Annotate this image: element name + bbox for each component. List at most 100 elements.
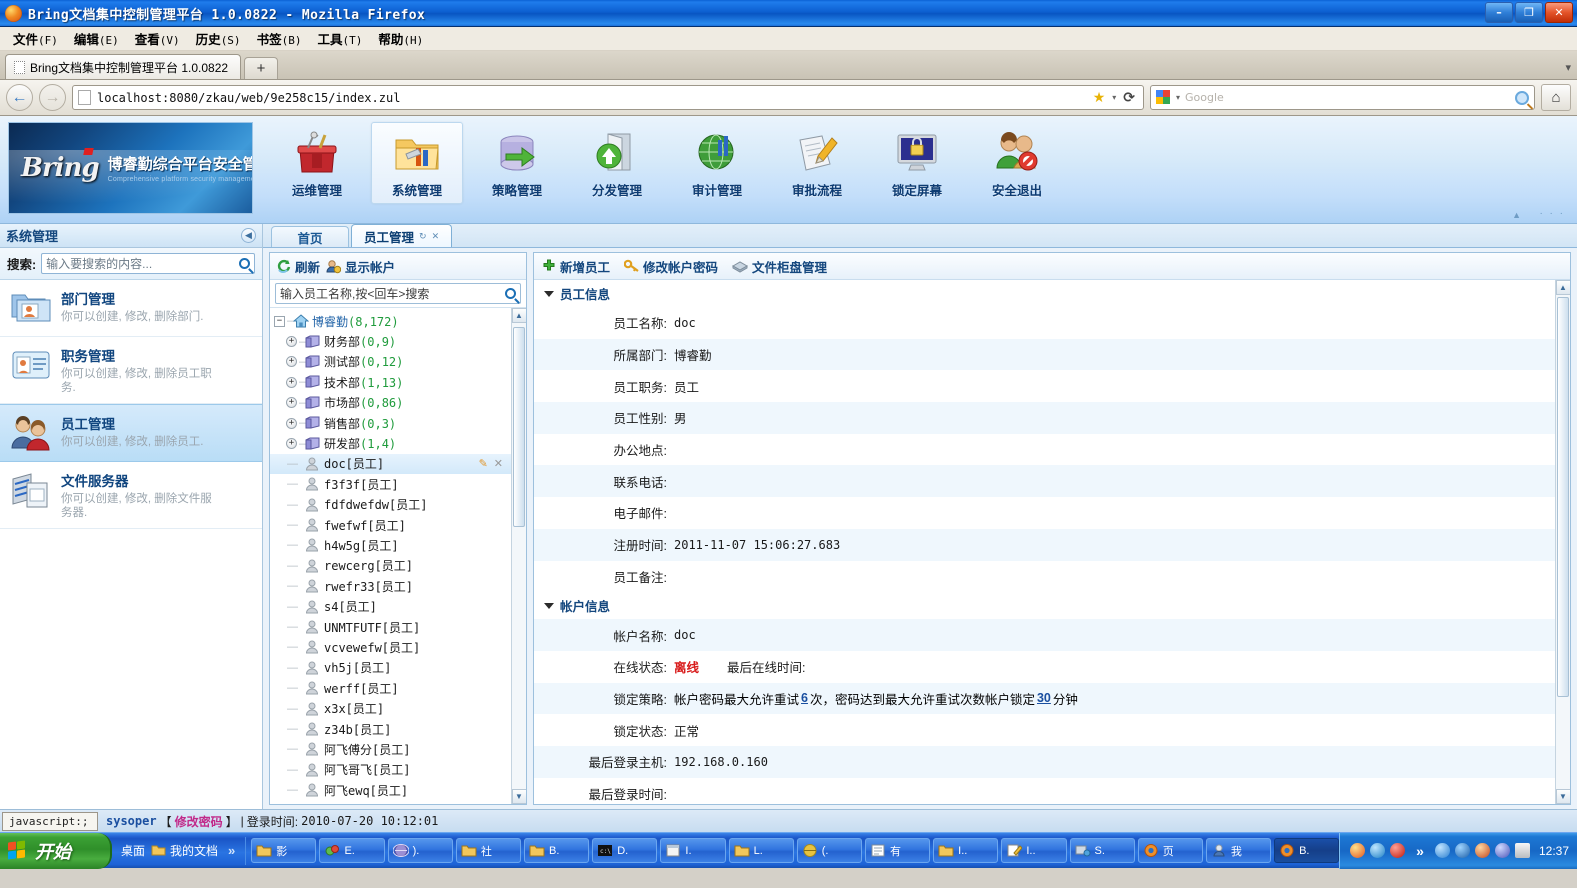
taskbar-button[interactable]: I. <box>660 838 726 863</box>
tree-node-department[interactable]: + — 研发部(1,4) <box>270 433 511 453</box>
tree-node-department[interactable]: + — 技术部(1,13) <box>270 372 511 392</box>
header-dots-icon[interactable]: · · · <box>1539 208 1565 219</box>
tree-node-employee[interactable]: — doc[员工] ✎ ✕ <box>270 453 511 475</box>
taskbar-button[interactable]: 社 <box>455 838 522 863</box>
chevron-down-icon[interactable]: ▾ <box>1176 93 1180 102</box>
menu-tools[interactable]: 工具(T) <box>310 26 369 51</box>
quick-launch-mydocs[interactable]: 我的文档 <box>151 842 218 859</box>
search-icon[interactable] <box>239 258 250 269</box>
taskbar-button[interactable]: B. <box>1274 838 1340 863</box>
tree-node-employee[interactable]: — vh5j[员工] <box>270 658 511 678</box>
tree-node-employee[interactable]: — werff[员工] <box>270 678 511 698</box>
sidebar-collapse-button[interactable]: ◀ <box>241 228 256 243</box>
tree-node-employee[interactable]: — z34b[员工] <box>270 719 511 739</box>
detail-group-header[interactable]: 员工信息 <box>534 280 1555 307</box>
change-password-link[interactable]: 修改密码 <box>175 813 223 830</box>
tree-node-employee[interactable]: — fdfdwefdw[员工] <box>270 495 511 515</box>
reload-icon[interactable]: ⟳ <box>1123 89 1135 106</box>
menu-history[interactable]: 历史(S) <box>189 26 248 51</box>
moon-icon[interactable] <box>1454 843 1470 858</box>
taskbar-button[interactable]: I.. <box>933 838 999 863</box>
taskbar-button[interactable]: 页 <box>1137 838 1203 863</box>
taskbar-button[interactable]: I.. <box>1001 838 1067 863</box>
tree-scroll-track[interactable] <box>511 323 526 789</box>
menu-help[interactable]: 帮助(H) <box>371 26 430 51</box>
menu-edit[interactable]: 编辑(E) <box>67 26 126 51</box>
tree-node-employee[interactable]: — s4[员工] <box>270 596 511 616</box>
tree-node-department[interactable]: + — 财务部(0,9) <box>270 331 511 351</box>
tree-node-department[interactable]: + — 销售部(0,3) <box>270 413 511 433</box>
tree-node-employee[interactable]: — rewcerg[员工] <box>270 556 511 576</box>
tray-expand-icon[interactable]: » <box>1410 843 1430 859</box>
tree-collapse-icon[interactable]: − <box>274 315 285 327</box>
tree-scroll-up-button[interactable]: ▲ <box>511 308 526 323</box>
tree-expand-icon[interactable]: + <box>286 356 297 368</box>
edit-icon[interactable]: ✎ <box>479 457 488 470</box>
show-account-button[interactable]: 显示帐户 <box>326 257 395 276</box>
window-title-bar[interactable]: Bring文档集中控制管理平台 1.0.0822 - Mozilla Firef… <box>0 0 1577 27</box>
taskbar-button[interactable]: S. <box>1069 838 1135 863</box>
bookmark-star-icon[interactable]: ★ <box>1093 89 1106 106</box>
red-app-icon[interactable] <box>1390 843 1406 858</box>
list-all-tabs-button[interactable]: ▾ <box>1565 61 1571 74</box>
shield-icon[interactable] <box>1474 843 1490 858</box>
tree-node-employee[interactable]: — x3x[员工] <box>270 698 511 718</box>
detail-scroll-down-button[interactable]: ▼ <box>1555 789 1570 804</box>
tree-node-employee[interactable]: — 阿飞哥飞[员工] <box>270 760 511 780</box>
sidebar-search-input[interactable]: 输入要搜索的内容... <box>41 253 255 274</box>
toolbar-item-distribute[interactable]: 分发管理 <box>571 122 663 204</box>
ie-icon[interactable] <box>1370 843 1386 858</box>
detail-group-header[interactable]: 帐户信息 <box>534 592 1555 620</box>
tree-node-employee[interactable]: — UNMTFUTF[员工] <box>270 617 511 637</box>
toolbar-item-ops[interactable]: 运维管理 <box>271 122 363 204</box>
lock-policy-lock-minutes[interactable]: 30 <box>1037 691 1051 705</box>
taskbar-button[interactable]: c:\ D. <box>592 838 658 863</box>
tree-node-employee[interactable]: — rwefr33[员工] <box>270 576 511 596</box>
tab-close-icon[interactable]: ✕ <box>432 231 440 242</box>
taskbar-button[interactable]: 有 <box>864 838 931 863</box>
delete-icon[interactable]: ✕ <box>494 457 503 470</box>
tab-home[interactable]: 首页 <box>271 226 349 247</box>
maximize-button[interactable]: ❐ <box>1515 2 1543 23</box>
menu-file[interactable]: 文件(F) <box>6 26 65 51</box>
search-icon[interactable] <box>505 288 516 299</box>
tree-node-employee[interactable]: — fwefwf[员工] <box>270 515 511 535</box>
menu-bookmarks[interactable]: 书签(B) <box>250 26 309 51</box>
sidebar-item-position[interactable]: 职务管理 你可以创建, 修改, 删除员工职务. <box>0 337 262 404</box>
tab-refresh-icon[interactable]: ↻ <box>419 231 427 242</box>
sidebar-item-department[interactable]: 部门管理 你可以创建, 修改, 删除部门. <box>0 280 262 337</box>
taskbar-button[interactable]: E. <box>319 838 385 863</box>
tree-node-employee[interactable]: — f3f3f[员工] <box>270 474 511 494</box>
menu-view[interactable]: 查看(V) <box>128 26 187 51</box>
tree-search-input[interactable]: 输入员工名称,按<回车>搜索 <box>275 283 521 304</box>
toolbar-item-approval[interactable]: 审批流程 <box>771 122 863 204</box>
chevron-down-icon[interactable]: ▾ <box>1112 93 1116 102</box>
tab-employee-management[interactable]: 员工管理 ↻ ✕ <box>351 224 453 247</box>
taskbar-button[interactable]: B. <box>524 838 590 863</box>
detail-scroll-up-button[interactable]: ▲ <box>1555 280 1570 295</box>
forward-button[interactable]: → <box>39 84 66 111</box>
toolbar-item-policy[interactable]: 策略管理 <box>471 122 563 204</box>
tree-expand-icon[interactable]: + <box>286 336 297 348</box>
lock-policy-retry-count[interactable]: 6 <box>801 691 808 705</box>
employee-tree[interactable]: − — 博睿勤(8,172) + — 财务部(0,9) + — 测试部(0,12) + — 技术部(1… <box>270 308 511 804</box>
cabinet-manage-button[interactable]: 文件柜盘管理 <box>732 257 827 276</box>
header-collapse-button[interactable]: ▲ <box>1512 210 1521 220</box>
tree-scroll-thumb[interactable] <box>512 327 525 527</box>
tree-node-root[interactable]: − — 博睿勤(8,172) <box>270 311 511 331</box>
search-bar[interactable]: ▾ Google <box>1150 85 1535 110</box>
sidebar-item-fileserver[interactable]: 文件服务器 你可以创建, 修改, 删除文件服务器. <box>0 462 262 529</box>
quick-launch-desktop[interactable]: 桌面 <box>121 842 145 859</box>
tree-expand-icon[interactable]: + <box>286 397 297 409</box>
back-button[interactable]: ← <box>6 84 33 111</box>
blue-tool-icon[interactable] <box>1494 843 1510 858</box>
start-button[interactable]: 开始 <box>0 832 112 869</box>
taskbar-clock[interactable]: 12:37 <box>1539 844 1569 858</box>
close-button[interactable]: ✕ <box>1545 2 1573 23</box>
toolbar-item-lockscreen[interactable]: 锁定屏幕 <box>871 122 963 204</box>
quick-launch-overflow-icon[interactable]: » <box>224 843 239 858</box>
home-button[interactable]: ⌂ <box>1541 84 1571 111</box>
taskbar-button[interactable]: L. <box>728 838 794 863</box>
printer-icon[interactable] <box>1514 843 1530 858</box>
tree-node-department[interactable]: + — 市场部(0,86) <box>270 393 511 413</box>
